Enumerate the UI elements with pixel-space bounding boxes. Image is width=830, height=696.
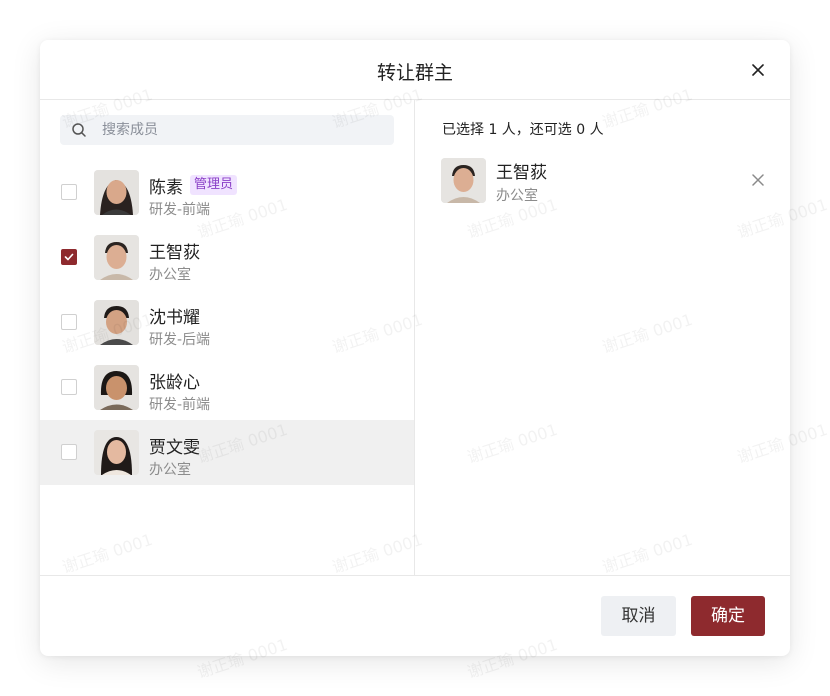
search-box (60, 115, 394, 145)
member-name: 贾文雯 (149, 438, 200, 458)
selected-pane: 已选择 1 人，还可选 0 人 王智荻 办公室 (415, 100, 790, 575)
selected-dept: 办公室 (496, 188, 538, 204)
avatar (94, 300, 139, 345)
member-dept: 研发-前端 (149, 397, 211, 413)
confirm-button[interactable]: 确定 (691, 596, 765, 636)
member-row[interactable]: 陈素 管理员 研发-前端 (40, 160, 414, 225)
member-list: 陈素 管理员 研发-前端 王智荻 办公室 沈书耀 研发-后端 张龄心 研发-前端… (40, 160, 414, 485)
member-name: 沈书耀 (149, 308, 200, 328)
member-row[interactable]: 贾文雯 办公室 (40, 420, 414, 485)
member-name: 张龄心 (149, 373, 200, 393)
selected-name: 王智荻 (496, 163, 547, 183)
member-dept: 办公室 (149, 462, 191, 478)
checkmark-icon (64, 253, 74, 261)
member-checkbox[interactable] (61, 314, 77, 330)
member-dept: 研发-后端 (149, 332, 211, 348)
search-icon (71, 122, 87, 138)
member-dept: 办公室 (149, 267, 191, 283)
selected-item: 王智荻 办公室 (415, 152, 790, 212)
cancel-button[interactable]: 取消 (601, 596, 676, 636)
member-checkbox[interactable] (61, 444, 77, 460)
member-checkbox[interactable] (61, 379, 77, 395)
close-icon[interactable] (748, 60, 768, 80)
dialog-header: 转让群主 (40, 40, 790, 100)
avatar (94, 365, 139, 410)
member-checkbox[interactable] (61, 184, 77, 200)
remove-icon[interactable] (750, 172, 766, 188)
avatar (94, 430, 139, 475)
avatar (94, 170, 139, 215)
member-row[interactable]: 王智荻 办公室 (40, 225, 414, 290)
avatar (94, 235, 139, 280)
search-input[interactable] (102, 115, 382, 145)
member-checkbox[interactable] (61, 249, 77, 265)
member-dept: 研发-前端 (149, 202, 211, 218)
member-row[interactable]: 沈书耀 研发-后端 (40, 290, 414, 355)
member-name: 王智荻 (149, 243, 200, 263)
avatar (441, 158, 486, 203)
selection-summary: 已选择 1 人，还可选 0 人 (442, 122, 604, 138)
member-name: 陈素 (149, 178, 183, 198)
dialog-footer: 取消 确定 (40, 575, 790, 656)
transfer-owner-dialog: 转让群主 搜索成员 陈素 管理员 研发-前端 王智荻 办公室 沈书耀 研发-后端… (40, 40, 790, 656)
member-pane: 陈素 管理员 研发-前端 (40, 100, 415, 575)
member-row[interactable]: 张龄心 研发-前端 (40, 355, 414, 420)
dialog-body: 陈素 管理员 研发-前端 (40, 100, 790, 575)
dialog-title: 转让群主 (376, 62, 453, 84)
admin-badge: 管理员 (190, 175, 238, 195)
